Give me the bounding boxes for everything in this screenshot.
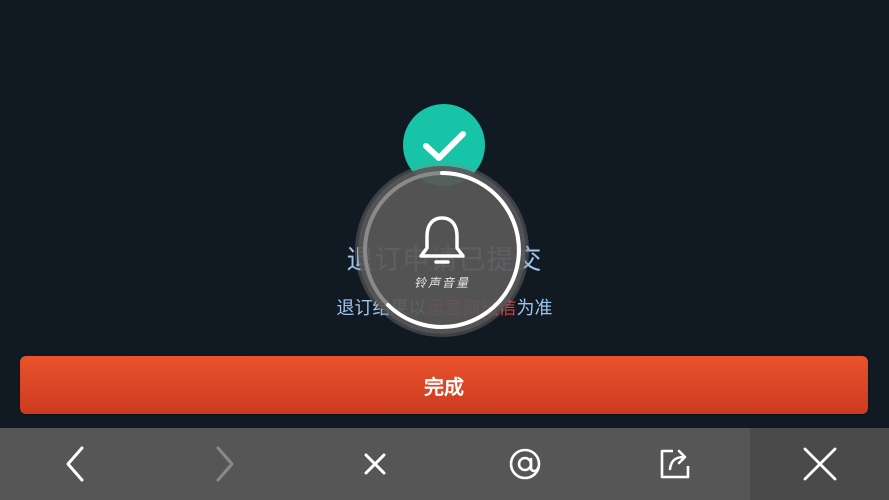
close-icon [803,447,836,481]
back-icon [66,446,84,482]
at-icon [509,448,541,480]
browser-toolbar [0,428,889,500]
close-button[interactable] [750,428,889,500]
forward-icon [216,446,234,482]
stop-button[interactable] [320,428,430,500]
done-button[interactable]: 完成 [20,356,868,414]
bell-icon [419,216,465,264]
share-button[interactable] [620,428,730,500]
back-button[interactable] [20,428,130,500]
overlay-caption: 铃声音量 [413,276,470,290]
forward-button[interactable] [170,428,280,500]
share-icon [660,449,690,479]
stop-icon [364,453,386,475]
mention-button[interactable] [470,428,580,500]
volume-overlay: 铃声音量 [358,166,526,334]
